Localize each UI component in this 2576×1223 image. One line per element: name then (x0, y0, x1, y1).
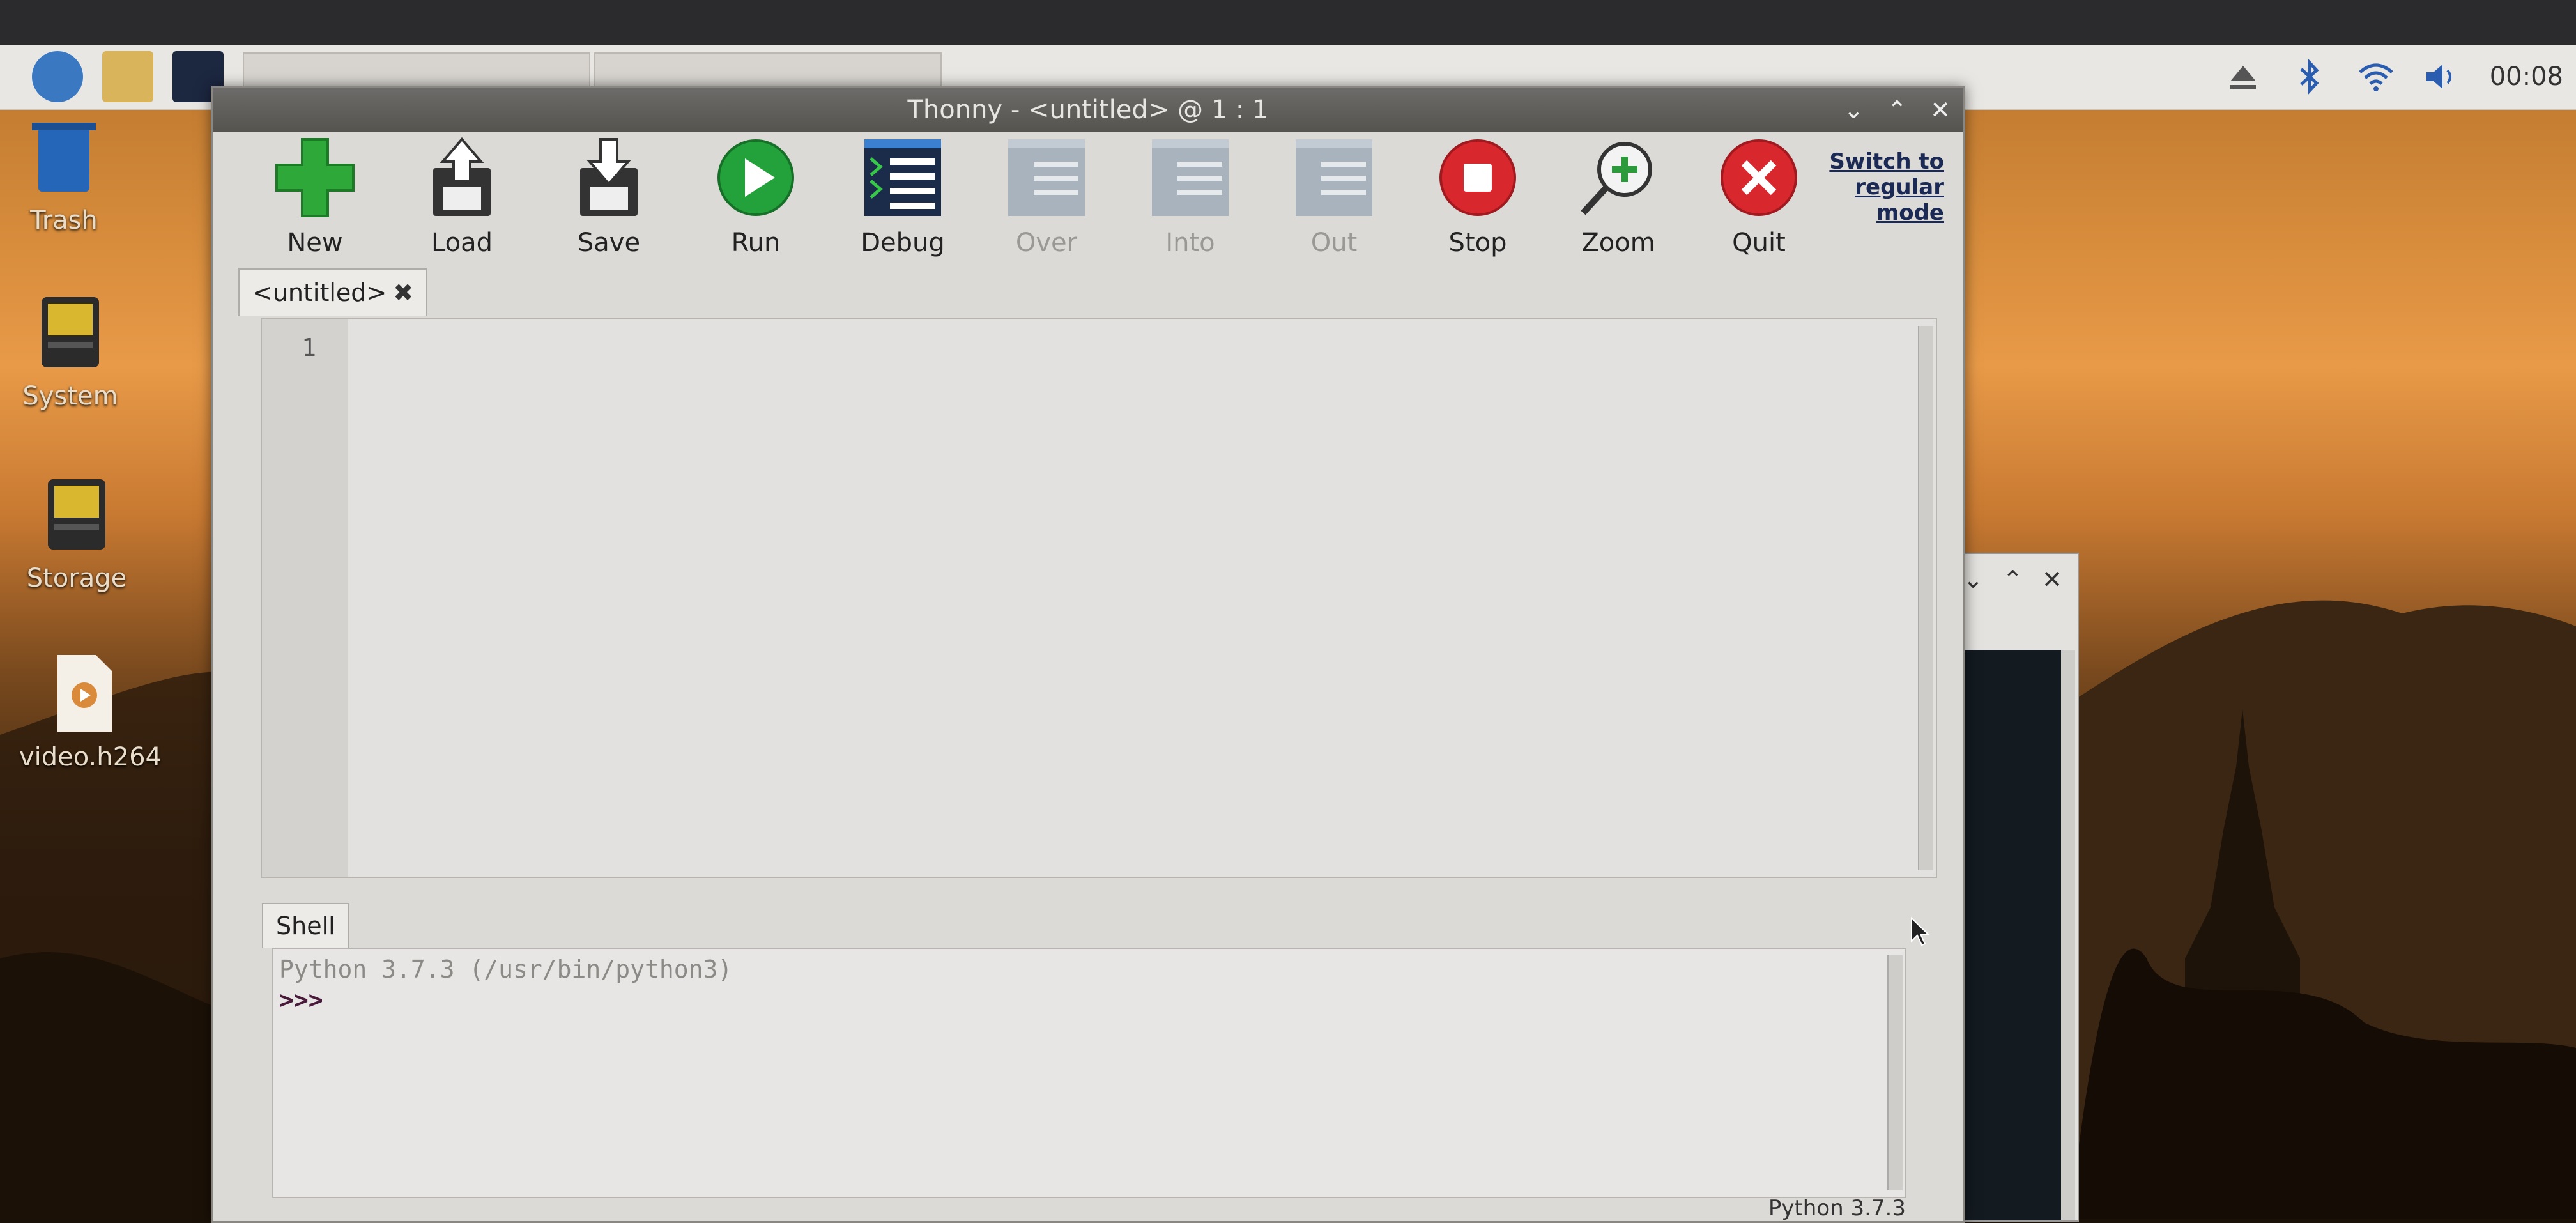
line-number-gutter: 1 (262, 319, 348, 877)
close-icon[interactable]: ✕ (2042, 565, 2062, 594)
desktop-icon-storage[interactable]: Storage (13, 473, 141, 593)
stop-icon (1439, 139, 1516, 216)
zoom-button[interactable]: Zoom (1554, 136, 1682, 258)
save-icon (580, 138, 638, 216)
eject-icon[interactable] (2224, 58, 2262, 96)
debug-button[interactable]: Debug (839, 136, 967, 258)
shell-prompt: >>> (279, 986, 323, 1014)
desktop-icon-label: video.h264 (19, 742, 162, 772)
volume-icon[interactable] (2423, 58, 2462, 96)
new-button[interactable]: New (251, 136, 379, 258)
window-titlebar[interactable]: Thonny - <untitled> @ 1 : 1 ⌄ ⌃ ✕ (213, 88, 1963, 132)
desktop-icon-label: Trash (30, 206, 98, 235)
step-out-button[interactable]: Out (1270, 136, 1398, 258)
maximize-icon[interactable]: ⌃ (2002, 565, 2023, 594)
wifi-icon[interactable] (2357, 58, 2395, 96)
window-title: Thonny - <untitled> @ 1 : 1 (907, 95, 1269, 125)
step-over-icon (1008, 139, 1085, 216)
terminal-scrollbar[interactable] (2061, 650, 2075, 1220)
mouse-cursor-icon (1911, 917, 1929, 946)
desktop-icon-label: System (22, 381, 118, 411)
editor-tab-label: <untitled> (252, 279, 387, 307)
line-number: 1 (302, 334, 316, 362)
minimize-icon[interactable]: ⌄ (1843, 96, 1864, 124)
quit-icon (1721, 139, 1797, 216)
load-button[interactable]: Load (398, 136, 526, 258)
close-icon[interactable]: ✕ (1930, 96, 1951, 124)
run-icon (717, 139, 794, 216)
load-icon (433, 137, 491, 216)
run-button[interactable]: Run (692, 136, 820, 258)
bluetooth-icon[interactable] (2290, 58, 2329, 96)
file-manager-icon[interactable] (102, 51, 153, 102)
shell-tab[interactable]: Shell (262, 903, 349, 948)
video-file-icon (57, 655, 112, 732)
shell-scrollbar[interactable] (1887, 955, 1903, 1190)
minimize-icon[interactable]: ⌄ (1963, 565, 1983, 594)
desktop-icon-video[interactable]: video.h264 (19, 652, 162, 772)
switch-mode-link[interactable]: Switch to regular mode (1823, 149, 1944, 226)
step-into-button[interactable]: Into (1126, 136, 1254, 258)
system-tray: 00:08 (2224, 45, 2570, 109)
desktop-icon-trash[interactable]: Trash (0, 115, 128, 235)
shell-console[interactable]: Python 3.7.3 (/usr/bin/python3) >>> (272, 948, 1906, 1198)
trash-icon (32, 123, 96, 192)
close-tab-icon[interactable]: ✖ (393, 279, 413, 307)
drive-icon (42, 297, 99, 367)
clock[interactable]: 00:08 (2490, 62, 2563, 91)
desktop-icon-label: Storage (26, 564, 127, 593)
debug-icon (864, 139, 941, 216)
step-into-icon (1152, 139, 1229, 216)
editor-tab[interactable]: <untitled> ✖ (238, 268, 428, 316)
editor-scrollbar[interactable] (1918, 326, 1933, 870)
maximize-icon[interactable]: ⌃ (1887, 96, 1907, 124)
desktop-icon-system[interactable]: System (6, 291, 134, 411)
browser-icon[interactable] (32, 51, 83, 102)
thonny-window: Thonny - <untitled> @ 1 : 1 ⌄ ⌃ ✕ New Lo… (211, 86, 1965, 1223)
step-out-icon (1296, 139, 1372, 216)
code-editor[interactable]: 1 (261, 318, 1937, 878)
save-button[interactable]: Save (545, 136, 673, 258)
window-controls: ⌄ ⌃ ✕ (1843, 88, 1951, 132)
quit-button[interactable]: Quit (1695, 136, 1823, 258)
zoom-icon (1581, 142, 1652, 215)
drive-icon (48, 479, 105, 550)
step-over-button[interactable]: Over (983, 136, 1110, 258)
new-file-icon (275, 138, 355, 217)
shell-banner: Python 3.7.3 (/usr/bin/python3) (279, 955, 733, 983)
status-interpreter[interactable]: Python 3.7.3 (1768, 1196, 1906, 1221)
stop-button[interactable]: Stop (1414, 136, 1542, 258)
